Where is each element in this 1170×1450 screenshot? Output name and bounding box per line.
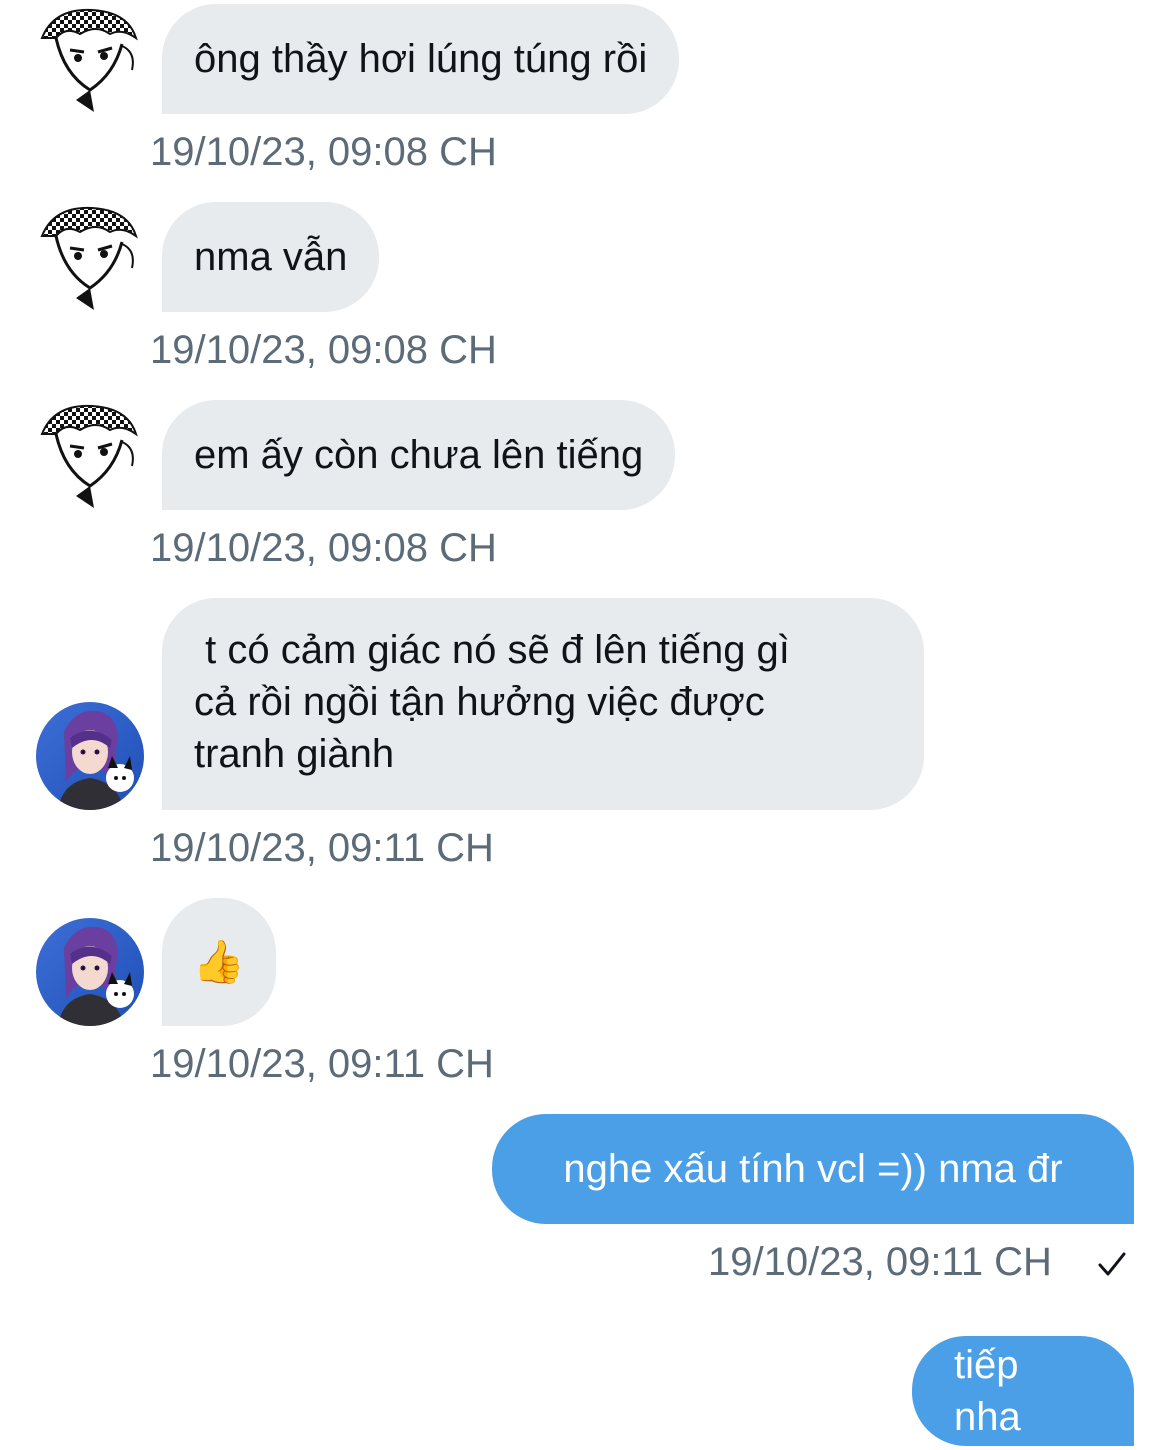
message-text: tiếp nha	[954, 1343, 1030, 1439]
message-bubble[interactable]: t có cảm giác nó sẽ đ lên tiếng gì cả rồ…	[162, 598, 924, 810]
message-timestamp: 19/10/23, 09:11 CH	[150, 1042, 494, 1086]
message-timestamp: 19/10/23, 09:11 CH	[150, 826, 494, 870]
message-text: nghe xấu tính vcl =)) nma đr	[563, 1147, 1063, 1191]
message-timestamp: 19/10/23, 09:08 CH	[150, 526, 497, 570]
message-bubble-outgoing[interactable]: nghe xấu tính vcl =)) nma đr	[492, 1114, 1134, 1224]
message-text: nma vẫn	[194, 235, 348, 279]
message-bubble[interactable]: 👍	[162, 898, 276, 1026]
message-timestamp: 19/10/23, 09:08 CH	[150, 328, 497, 372]
message-bubble-outgoing[interactable]: tiếp nha	[912, 1336, 1134, 1446]
message-bubble[interactable]: em ấy còn chưa lên tiếng	[162, 400, 676, 510]
message-text: em ấy còn chưa lên tiếng	[194, 433, 644, 477]
avatar-manga-boy[interactable]	[36, 400, 144, 508]
message-bubble[interactable]: ông thầy hơi lúng túng rồi	[162, 4, 680, 114]
message-timestamp: 19/10/23, 09:08 CH	[150, 130, 497, 174]
message-text: ông thầy hơi lúng túng rồi	[194, 37, 648, 81]
checkmark-icon	[1098, 1252, 1126, 1276]
avatar-manga-boy[interactable]	[36, 4, 144, 112]
avatar-purple-hair[interactable]	[36, 918, 144, 1026]
message-text: t có cảm giác nó sẽ đ lên tiếng gì cả rồ…	[194, 628, 790, 776]
message-timestamp: 19/10/23, 09:11 CH	[708, 1240, 1052, 1284]
avatar-manga-boy[interactable]	[36, 202, 144, 310]
message-bubble[interactable]: nma vẫn	[162, 202, 380, 312]
avatar-purple-hair[interactable]	[36, 702, 144, 810]
thumbs-up-icon: 👍	[192, 937, 246, 986]
